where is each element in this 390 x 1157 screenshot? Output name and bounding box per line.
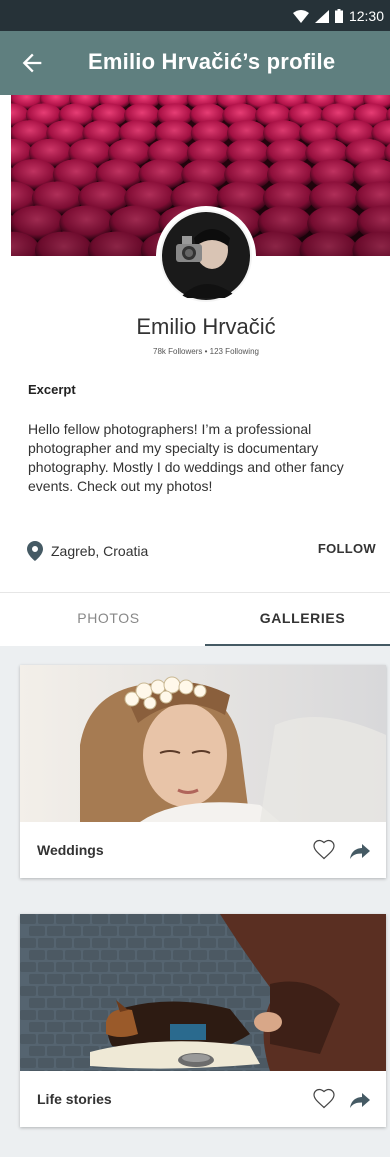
profile-name: Emilio Hrvačić — [136, 314, 276, 339]
location-label: Zagreb, Croatia — [51, 543, 149, 559]
avatar[interactable] — [160, 210, 252, 302]
share-icon[interactable] — [348, 838, 372, 862]
gallery-list: Weddings Life stories — [0, 646, 390, 1157]
location: Zagreb, Croatia — [27, 541, 148, 561]
back-arrow-icon[interactable] — [18, 49, 46, 77]
status-icons: 12:30 — [292, 8, 384, 24]
wifi-icon — [292, 9, 309, 23]
battery-icon — [334, 9, 343, 23]
gallery-title: Life stories — [37, 1091, 112, 1107]
status-time: 12:30 — [348, 8, 384, 24]
page-title: Emilio Hrvačić’s profile — [88, 49, 336, 74]
gallery-card[interactable]: Weddings — [20, 665, 386, 878]
tab-bar: PHOTOS GALLERIES — [0, 592, 390, 647]
follow-stats: 78k Followers • 123 Following — [153, 347, 259, 356]
gallery-card[interactable]: Life stories — [20, 914, 386, 1127]
avatar-image — [160, 210, 252, 302]
location-pin-icon — [27, 541, 43, 561]
gallery-title: Weddings — [37, 842, 104, 858]
heart-icon[interactable] — [312, 838, 336, 862]
gallery-card-footer: Weddings — [20, 822, 386, 878]
excerpt-text: Hello fellow photographers! I’m a profes… — [28, 421, 344, 494]
share-icon[interactable] — [348, 1087, 372, 1111]
tab-photos[interactable]: PHOTOS — [11, 593, 206, 647]
status-bar: 12:30 — [0, 0, 390, 31]
tab-galleries[interactable]: GALLERIES — [205, 593, 390, 647]
signal-icon — [314, 9, 329, 23]
app-bar: Emilio Hrvačić’s profile — [0, 31, 390, 95]
gallery-cover-weddings[interactable] — [20, 665, 386, 822]
gallery-card-footer: Life stories — [20, 1071, 386, 1127]
wedding-photo — [20, 665, 386, 822]
excerpt-heading: Excerpt — [28, 382, 76, 397]
gallery-cover-life-stories[interactable] — [20, 914, 386, 1071]
follow-button[interactable]: FOLLOW — [318, 541, 376, 556]
heart-icon[interactable] — [312, 1087, 336, 1111]
life-stories-photo — [20, 914, 386, 1071]
